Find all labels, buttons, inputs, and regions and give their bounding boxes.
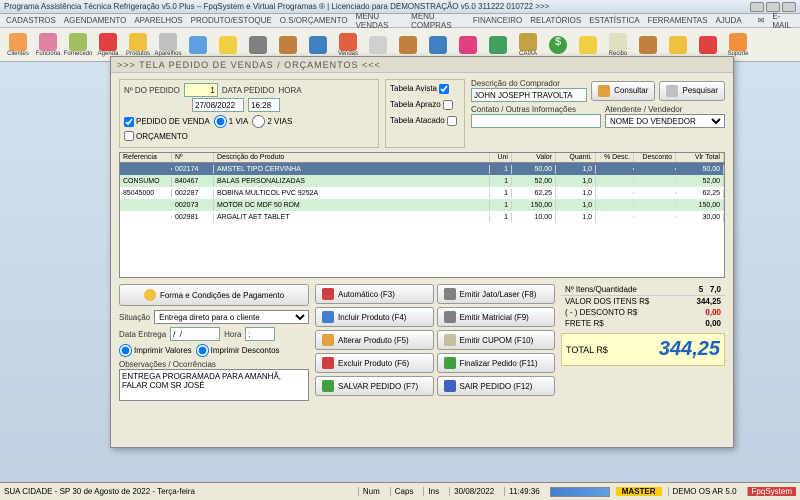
data-pedido-label: DATA PEDIDO — [222, 86, 275, 95]
tb-btn[interactable] — [454, 30, 482, 60]
order-dialog: >>> TELA PEDIDO DE VENDAS / ORÇAMENTOS <… — [110, 56, 734, 448]
orcamento-check[interactable]: ORÇAMENTO — [124, 131, 188, 141]
finalizar-button[interactable]: Finalizar Pedido (F11) — [437, 353, 556, 373]
comprador-label: Descrição do Comprador — [471, 79, 587, 88]
tb-suporte[interactable]: Suporte — [724, 30, 752, 60]
tb-btn[interactable] — [634, 30, 662, 60]
alterar-button[interactable]: Alterar Produto (F5) — [315, 330, 434, 350]
menu-item[interactable]: O.S/ORÇAMENTO — [280, 16, 348, 25]
sair-button[interactable]: SAIR PEDIDO (F12) — [437, 376, 556, 396]
data-entrega-input[interactable] — [170, 327, 220, 341]
tb-caixa[interactable]: CAIXA — [514, 30, 542, 60]
dialog-title: >>> TELA PEDIDO DE VENDAS / ORÇAMENTOS <… — [111, 57, 733, 73]
menu-item[interactable]: ESTATÍSTICA — [589, 16, 639, 25]
menu-item[interactable]: APARELHOS — [134, 16, 182, 25]
window-controls — [750, 2, 796, 12]
tb-btn[interactable] — [184, 30, 212, 60]
menubar: CADASTROS AGENDAMENTO APARELHOS PRODUTO/… — [0, 14, 800, 28]
excluir-button[interactable]: Excluir Produto (F6) — [315, 353, 434, 373]
hora-input[interactable] — [248, 98, 280, 112]
tb-btn[interactable] — [694, 30, 722, 60]
close-button[interactable] — [782, 2, 796, 12]
hora-entrega-input[interactable] — [245, 327, 275, 341]
statusbar: SUA CIDADE - SP 30 de Agosto de 2022 - T… — [0, 482, 800, 500]
incluir-button[interactable]: Incluir Produto (F4) — [315, 307, 434, 327]
tb-vendas[interactable]: Vendas — [334, 30, 362, 60]
no-pedido-input[interactable] — [184, 83, 218, 97]
menu-item[interactable]: CADASTROS — [6, 16, 56, 25]
maximize-button[interactable] — [766, 2, 780, 12]
tb-btn[interactable]: $ — [544, 30, 572, 60]
jato-button[interactable]: Emitir Jato/Laser (F8) — [437, 284, 556, 304]
tb-forneced[interactable]: Fornecedo — [64, 30, 92, 60]
menu-item[interactable]: FERRAMENTAS — [648, 16, 708, 25]
comprador-input[interactable] — [471, 88, 587, 102]
menu-item[interactable]: PRODUTO/ESTOQUE — [191, 16, 272, 25]
contato-input[interactable] — [471, 114, 601, 128]
imp-valores-radio[interactable]: Imprimir Valores — [119, 344, 192, 357]
tb-btn[interactable] — [214, 30, 242, 60]
table-row[interactable]: CONSUMO840467BALAS PERSONALIZADAS152,001… — [120, 175, 724, 187]
tb-btn[interactable] — [274, 30, 302, 60]
table-row[interactable]: 85045000002287BOBINA MULTICOL PVC 9252A1… — [120, 187, 724, 199]
menu-item[interactable]: AGENDAMENTO — [64, 16, 127, 25]
tabela-atacado-check[interactable]: Tabela Atacado — [390, 116, 457, 126]
data-pedido-input[interactable] — [192, 98, 244, 112]
tb-agenda[interactable]: Agenda — [94, 30, 122, 60]
tb-aparelhos[interactable]: Aparelhos — [154, 30, 182, 60]
tb-produtos[interactable]: Produtos — [124, 30, 152, 60]
tb-btn[interactable] — [664, 30, 692, 60]
tb-recibo[interactable]: Recibo — [604, 30, 632, 60]
products-grid[interactable]: ReferenciaNºDescrição do ProdutoUniValor… — [119, 152, 725, 278]
table-row[interactable]: 002073MOTOR DC MDF 50 RDM1150,001,0150,0… — [120, 199, 724, 211]
consultar-button[interactable]: Consultar — [591, 81, 655, 101]
pesquisar-button[interactable]: Pesquisar — [659, 81, 725, 101]
cupom-button[interactable]: Emitir CUPOM (F10) — [437, 330, 556, 350]
atendente-select[interactable]: NOME DO VENDEDOR — [605, 114, 725, 128]
menu-item[interactable]: MENU COMPRAS — [411, 12, 465, 30]
pedido-venda-check[interactable]: PEDIDO DE VENDA — [124, 117, 210, 127]
menu-item[interactable]: RELATÓRIOS — [530, 16, 581, 25]
hora-label: HORA — [278, 86, 301, 95]
no-pedido-label: Nº DO PEDIDO — [124, 86, 180, 95]
tb-btn[interactable] — [364, 30, 392, 60]
tb-btn[interactable] — [244, 30, 272, 60]
tabela-avista-check[interactable]: Tabela Avista — [390, 84, 449, 94]
menu-item[interactable]: FINANCEIRO — [473, 16, 522, 25]
menu-item[interactable]: AJUDA — [715, 16, 741, 25]
tb-btn[interactable] — [304, 30, 332, 60]
grid-header: ReferenciaNºDescrição do ProdutoUniValor… — [120, 153, 724, 163]
minimize-button[interactable] — [750, 2, 764, 12]
matricial-button[interactable]: Emitir Matricial (F9) — [437, 307, 556, 327]
salvar-button[interactable]: SALVAR PEDIDO (F7) — [315, 376, 434, 396]
tb-btn[interactable] — [574, 30, 602, 60]
table-row[interactable]: 002174AMSTEL TIPO CERVINHA150,001,050,00 — [120, 163, 724, 175]
imp-desc-radio[interactable]: Imprimir Descontos — [196, 344, 280, 357]
atendente-label: Atendente / Vendedor — [605, 105, 725, 114]
situacao-select[interactable]: Entrega direto para o cliente — [154, 310, 309, 324]
tb-funciona[interactable]: Funciona — [34, 30, 62, 60]
observacoes-textarea[interactable]: ENTREGA PROGRAMADA PARA AMANHÃ, FALAR CO… — [119, 369, 309, 401]
via2-radio[interactable]: 2 VIAS — [252, 115, 292, 128]
menu-item[interactable]: E-MAIL — [772, 12, 794, 30]
tb-btn[interactable] — [424, 30, 452, 60]
table-row[interactable]: 002981ARGALIT AET TABLET110,001,030,00 — [120, 211, 724, 223]
menu-item[interactable]: MENU VENDAS — [356, 12, 404, 30]
via1-radio[interactable]: 1 VIA — [214, 115, 249, 128]
forma-pagamento-button[interactable]: Forma e Condições de Pagamento — [119, 284, 309, 306]
tb-clientes[interactable]: Clientes — [4, 30, 32, 60]
window-title: Programa Assistência Técnica Refrigeraçã… — [4, 2, 549, 11]
total-display: TOTAL R$ 344,25 — [561, 333, 725, 366]
tb-btn[interactable] — [394, 30, 422, 60]
contato-label: Contato / Outras Informações — [471, 105, 601, 114]
tabela-aprazo-check[interactable]: Tabela Aprazo — [390, 100, 453, 110]
tb-btn[interactable] — [484, 30, 512, 60]
automatico-button[interactable]: Automático (F3) — [315, 284, 434, 304]
